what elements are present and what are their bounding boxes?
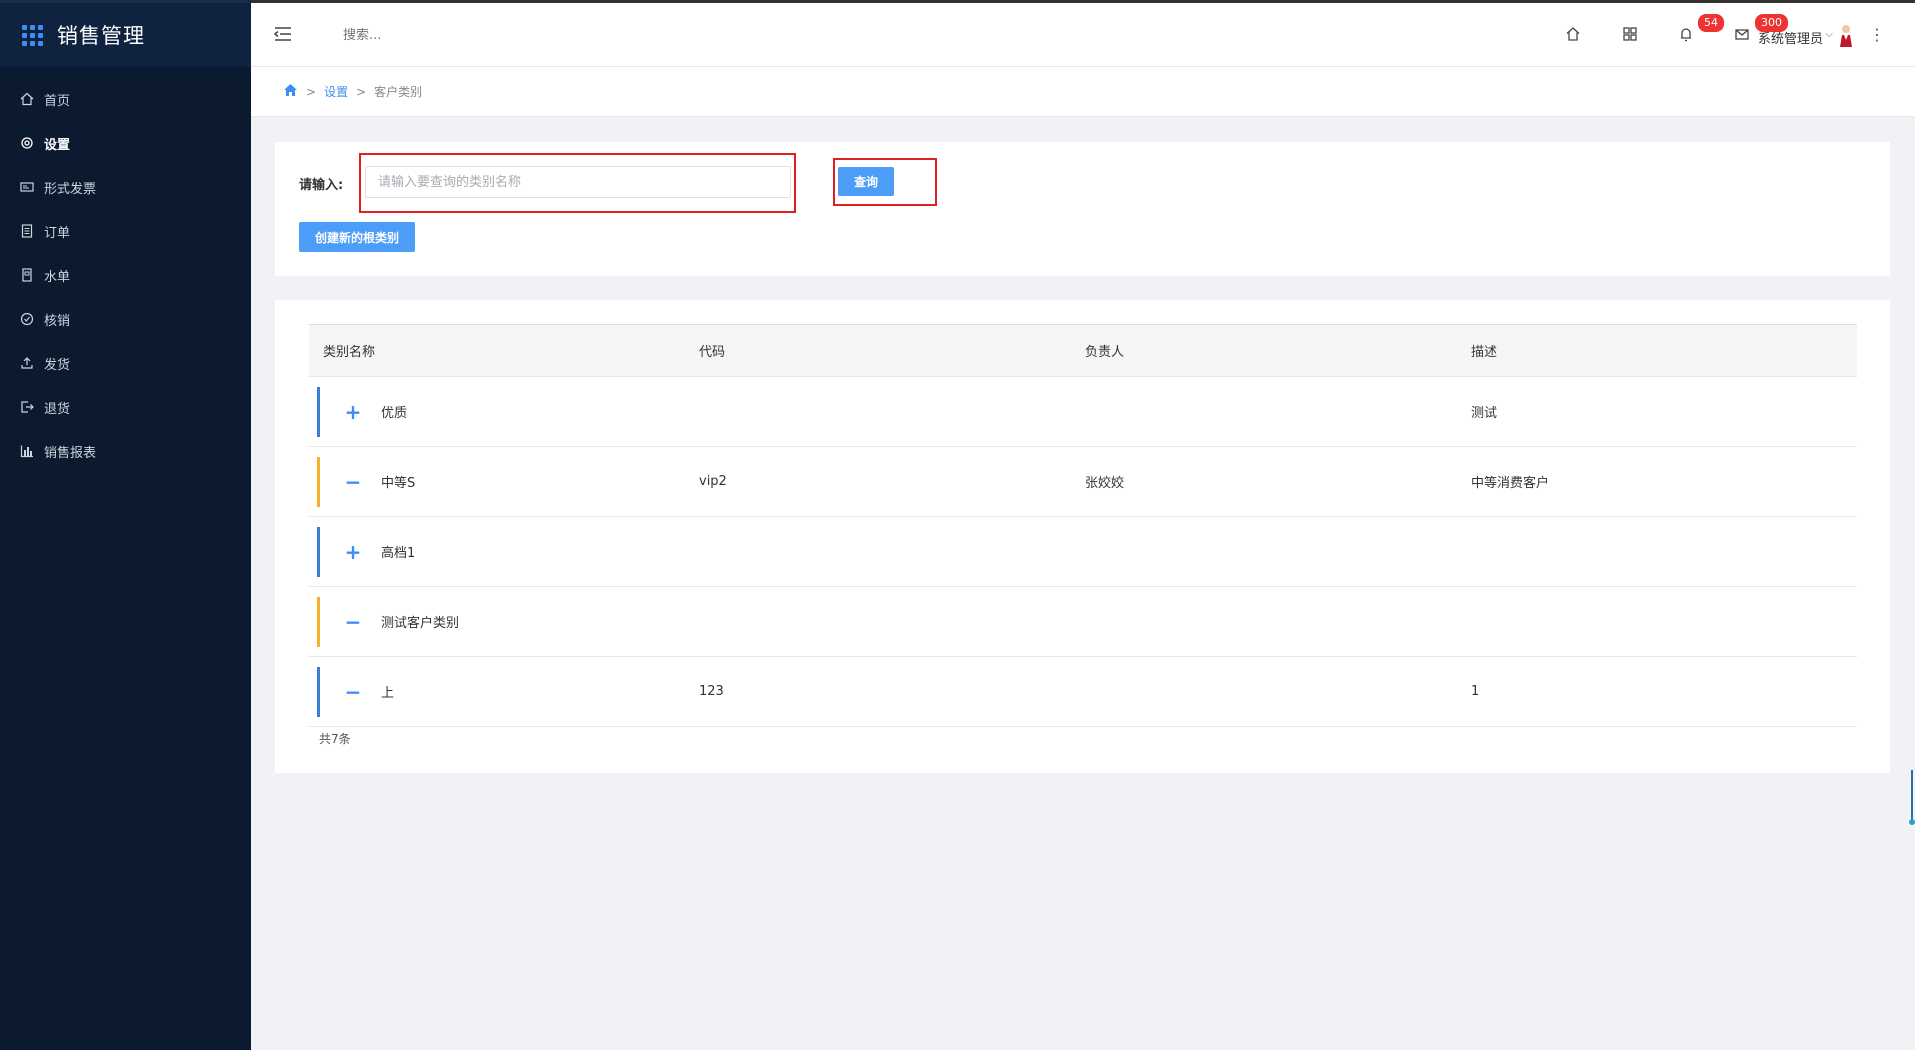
mail-icon[interactable]: [1733, 25, 1751, 43]
table-row[interactable]: − 测试客户类别: [309, 587, 1857, 657]
upload-icon: [20, 356, 34, 370]
breadcrumb-settings-link[interactable]: 设置: [324, 83, 348, 100]
sidebar-item-label: 设置: [44, 137, 71, 153]
cell-name: 优质: [381, 406, 408, 421]
avatar[interactable]: [1837, 23, 1855, 47]
sidebar-item-label: 形式发票: [44, 181, 97, 197]
table-panel: 类别名称 代码 负责人 描述 + 优质 测试 − 中等S vip2 张姣姣 中等消费客户 + 高档…: [275, 300, 1890, 773]
sidebar-item-writeoff[interactable]: 核销: [0, 297, 251, 341]
row-level-indicator: [317, 667, 320, 717]
cell-code: 123: [699, 684, 724, 699]
sidebar-item-label: 发货: [44, 357, 71, 373]
bar-chart-icon: [20, 444, 34, 458]
table-row[interactable]: + 高档1: [309, 517, 1857, 587]
table-header: 类别名称 代码 负责人 描述: [309, 324, 1857, 377]
row-level-indicator: [317, 387, 320, 437]
column-header-owner[interactable]: 负责人: [1085, 341, 1471, 360]
table-row[interactable]: + 优质 测试: [309, 377, 1857, 447]
user-name[interactable]: 系统管理员: [1758, 28, 1823, 47]
row-level-indicator: [317, 457, 320, 507]
table-row[interactable]: − 中等S vip2 张姣姣 中等消费客户: [309, 447, 1857, 517]
apps-icon[interactable]: [1621, 25, 1639, 43]
row-level-indicator: [317, 597, 320, 647]
home-icon: [20, 92, 34, 106]
cell-name: 中等S: [381, 476, 416, 491]
breadcrumb-separator: >: [306, 84, 317, 99]
sidebar-item-receipts[interactable]: 水单: [0, 253, 251, 297]
cell-owner: 张姣姣: [1085, 476, 1125, 491]
column-header-name[interactable]: 类别名称: [309, 341, 699, 360]
cell-name: 测试客户类别: [381, 616, 460, 631]
invoice-icon: [20, 180, 34, 194]
apps-grid-icon[interactable]: [22, 24, 43, 46]
sidebar-item-label: 水单: [44, 269, 71, 285]
row-level-indicator: [317, 527, 320, 577]
cell-name: 高档1: [381, 546, 416, 561]
sidebar-item-invoice[interactable]: 形式发票: [0, 165, 251, 209]
home-icon[interactable]: [1564, 25, 1582, 43]
sidebar: 销售管理 首页 设置 形式发票 订单 水单 核销 发货 退货 销售报表: [0, 0, 251, 1050]
table-row[interactable]: − 上 123 1: [309, 657, 1857, 727]
app-title: 销售管理: [57, 24, 145, 48]
scrollbar-handle[interactable]: [1909, 770, 1915, 826]
cell-description: 1: [1471, 684, 1480, 699]
breadcrumb-separator: >: [356, 84, 367, 99]
create-root-category-button[interactable]: 创建新的根类别: [299, 222, 415, 252]
column-header-code[interactable]: 代码: [699, 341, 1085, 360]
total-count: 共7条: [319, 732, 351, 746]
search-label: 请输入:: [299, 178, 344, 193]
sidebar-item-label: 核销: [44, 313, 71, 329]
sidebar-item-orders[interactable]: 订单: [0, 209, 251, 253]
chevron-down-icon[interactable]: ⌵: [1825, 29, 1833, 40]
search-panel: 请输入: 查询 创建新的根类别: [275, 142, 1890, 276]
check-circle-icon: [20, 312, 34, 326]
cell-description: 中等消费客户: [1471, 476, 1550, 491]
sidebar-item-label: 首页: [44, 93, 71, 109]
collapse-icon[interactable]: −: [343, 610, 363, 634]
notification-badge: 54: [1697, 13, 1725, 33]
breadcrumb: > 设置 > 客户类别: [251, 67, 1915, 117]
sidebar-item-sales-report[interactable]: 销售报表: [0, 429, 251, 473]
receipt-icon: [20, 268, 34, 282]
cell-name: 上: [381, 686, 395, 701]
sidebar-item-label: 订单: [44, 225, 71, 241]
collapse-icon[interactable]: −: [343, 470, 363, 494]
cell-description: 测试: [1471, 406, 1498, 421]
menu-toggle-icon[interactable]: [273, 25, 293, 43]
return-icon: [20, 400, 34, 414]
column-header-description[interactable]: 描述: [1471, 341, 1857, 360]
global-search-input[interactable]: [343, 28, 543, 43]
query-button[interactable]: 查询: [838, 167, 894, 196]
brand: 销售管理: [0, 0, 251, 67]
sidebar-item-returns[interactable]: 退货: [0, 385, 251, 429]
expand-icon[interactable]: +: [343, 540, 363, 564]
collapse-icon[interactable]: −: [343, 680, 363, 704]
table-body: + 优质 测试 − 中等S vip2 张姣姣 中等消费客户 + 高档1 − 测试客户类别 − 上 123 1: [309, 377, 1857, 727]
home-icon[interactable]: [283, 83, 298, 100]
breadcrumb-current: 客户类别: [374, 85, 423, 99]
expand-icon[interactable]: +: [343, 400, 363, 424]
sidebar-item-shipping[interactable]: 发货: [0, 341, 251, 385]
cell-code: vip2: [699, 474, 727, 489]
category-search-input[interactable]: [365, 166, 791, 198]
sidebar-item-label: 销售报表: [44, 445, 97, 461]
category-table: 类别名称 代码 负责人 描述 + 优质 测试 − 中等S vip2 张姣姣 中等消费客户 + 高档…: [309, 324, 1857, 727]
sidebar-item-label: 退货: [44, 401, 71, 417]
more-vertical-icon[interactable]: ⋮: [1869, 25, 1885, 44]
sidebar-item-settings[interactable]: 设置: [0, 121, 251, 165]
bell-icon[interactable]: [1677, 25, 1695, 43]
order-icon: [20, 224, 34, 238]
sidebar-menu: 首页 设置 形式发票 订单 水单 核销 发货 退货 销售报表: [0, 67, 251, 473]
sidebar-item-home[interactable]: 首页: [0, 77, 251, 121]
top-header: 54 300 系统管理员 ⌵ ⋮: [251, 0, 1915, 67]
gear-icon: [20, 136, 34, 150]
